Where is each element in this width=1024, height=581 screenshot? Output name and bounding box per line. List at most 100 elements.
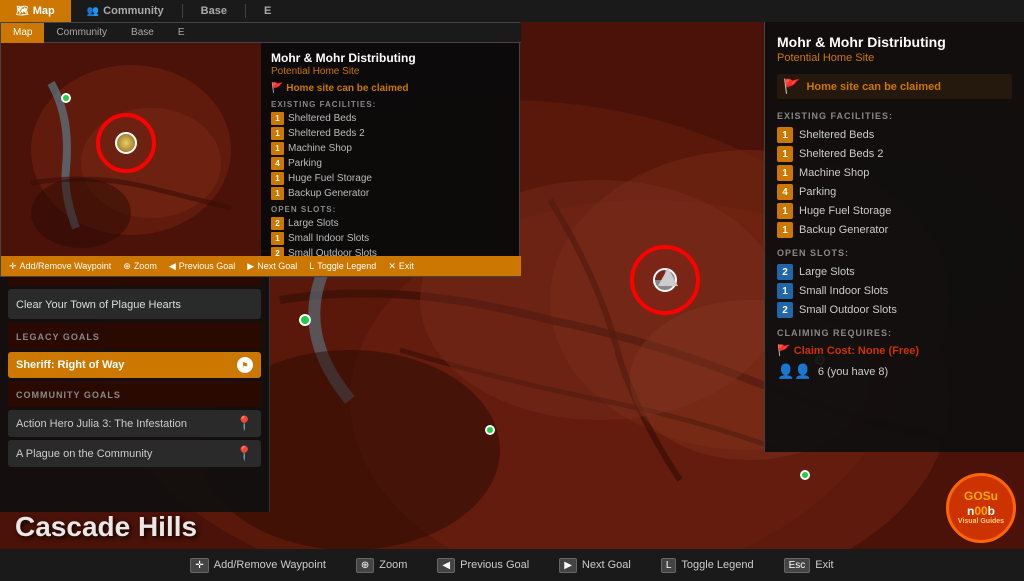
- popup-facility-name-4: Huge Fuel Storage: [288, 173, 372, 184]
- right-slot-name-0: Large Slots: [799, 266, 855, 278]
- right-facility-count-3: 4: [777, 184, 793, 200]
- popup-toolbar-next[interactable]: ▶ Next Goal: [247, 261, 297, 272]
- popup-count-5: 1: [271, 187, 284, 200]
- right-claiming-label: CLAIMING REQUIRES:: [777, 328, 1012, 338]
- right-claiming-req: 🚩 Claim Cost: None (Free): [777, 344, 1012, 357]
- map-marker-1[interactable]: [485, 425, 495, 435]
- bottom-toolbar: ✛ Add/Remove Waypoint ⊕ Zoom ◀ Previous …: [0, 549, 1024, 581]
- right-slot-1: 1 Small Indoor Slots: [777, 283, 1012, 299]
- prev-key: ◀: [437, 558, 455, 573]
- community-goals-section: COMMUNITY GOALS Action Hero Julia 3: The…: [8, 381, 261, 467]
- popup-claim-notice: 🚩 Home site can be claimed: [271, 83, 509, 94]
- flag-icon: 🚩: [783, 78, 800, 95]
- right-facility-count-5: 1: [777, 222, 793, 238]
- right-facility-0: 1 Sheltered Beds: [777, 127, 1012, 143]
- popup-nav-base[interactable]: Base: [119, 23, 166, 43]
- popup-count-0: 1: [271, 112, 284, 125]
- popup-toolbar-prev[interactable]: ◀ Previous Goal: [169, 261, 235, 272]
- gosu-logo: GOSu n00b Visual Guides: [946, 473, 1016, 543]
- popup-slot-1: 1 Small Indoor Slots: [271, 232, 509, 245]
- toolbar-next-goal[interactable]: ▶ Next Goal: [559, 558, 631, 573]
- community-goals-header: COMMUNITY GOALS: [8, 381, 261, 407]
- popup-nav-map[interactable]: Map: [1, 23, 44, 43]
- popup-location-ring: [96, 113, 156, 173]
- popup-nav-e[interactable]: E: [166, 23, 197, 43]
- right-panel: Mohr & Mohr Distributing Potential Home …: [764, 22, 1024, 452]
- legend-key: L: [661, 558, 677, 573]
- popup-facility-5: 1 Backup Generator: [271, 187, 509, 200]
- nav-tab-map[interactable]: 🗺 Map: [0, 0, 71, 22]
- community-goals-title: COMMUNITY GOALS: [16, 390, 253, 400]
- popup-toolbar-exit[interactable]: ✕ Exit: [388, 261, 414, 272]
- right-facility-3: 4 Parking: [777, 184, 1012, 200]
- community-goal-item-0[interactable]: Action Hero Julia 3: The Infestation 📍: [8, 410, 261, 437]
- zoom-label: Zoom: [379, 559, 407, 571]
- community-goal-pin-1: 📍: [236, 445, 253, 462]
- legacy-goal-marker: ⚑: [237, 357, 253, 373]
- toolbar-zoom[interactable]: ⊕ Zoom: [356, 558, 408, 573]
- popup-toolbar: ✛ Add/Remove Waypoint ⊕ Zoom ◀ Previous …: [1, 256, 521, 276]
- toolbar-prev-goal[interactable]: ◀ Previous Goal: [437, 558, 529, 573]
- zoom-key: ⊕: [356, 558, 374, 573]
- legacy-goal-item-0[interactable]: Sheriff: Right of Way ⚑: [8, 352, 261, 378]
- map-green-marker[interactable]: [299, 314, 311, 326]
- right-facility-1: 1 Sheltered Beds 2: [777, 146, 1012, 162]
- popup-facility-name-2: Machine Shop: [288, 143, 352, 154]
- popup-nav-community[interactable]: Community: [44, 23, 119, 43]
- right-slot-count-1: 1: [777, 283, 793, 299]
- nav-separator-2: [245, 4, 246, 18]
- toolbar-exit[interactable]: Esc Exit: [784, 558, 834, 573]
- exit-icon: ✕: [388, 261, 396, 272]
- primary-goal-box: Clear Your Town of Plague Hearts: [8, 289, 261, 319]
- right-facility-2: 1 Machine Shop: [777, 165, 1012, 181]
- popup-count-3: 4: [271, 157, 284, 170]
- community-nav-icon: 👥: [87, 6, 99, 17]
- right-existing-label: EXISTING FACILITIES:: [777, 111, 1012, 121]
- next-label: Next Goal: [582, 559, 631, 571]
- popup-overlay: Map Community Base E Mohr & Mohr Distrib…: [0, 22, 520, 277]
- popup-facility-name-5: Backup Generator: [288, 188, 369, 199]
- popup-toolbar-zoom[interactable]: ⊕ Zoom: [123, 261, 157, 272]
- nav-tab-e[interactable]: E: [248, 0, 287, 22]
- popup-slot-0: 2 Large Slots: [271, 217, 509, 230]
- popup-facility-0: 1 Sheltered Beds: [271, 112, 509, 125]
- right-facility-count-4: 1: [777, 203, 793, 219]
- popup-slot-count-0: 2: [271, 217, 284, 230]
- right-slot-name-1: Small Indoor Slots: [799, 285, 888, 297]
- right-facility-name-3: Parking: [799, 186, 836, 198]
- community-goal-text-1: A Plague on the Community: [16, 448, 152, 460]
- nav-tab-base[interactable]: Base: [185, 0, 243, 22]
- popup-toolbar-legend[interactable]: L Toggle Legend: [309, 261, 376, 271]
- popup-slot-count-1: 1: [271, 232, 284, 245]
- popup-open-slots-label: OPEN SLOTS:: [271, 205, 509, 214]
- popup-toolbar-waypoint[interactable]: ✛ Add/Remove Waypoint: [9, 261, 111, 272]
- legacy-goal-text-0: Sheriff: Right of Way: [16, 359, 124, 371]
- prev-icon: ◀: [169, 261, 176, 272]
- popup-facility-name-3: Parking: [288, 158, 322, 169]
- right-facility-name-0: Sheltered Beds: [799, 129, 874, 141]
- right-facility-count-1: 1: [777, 146, 793, 162]
- right-slot-2: 2 Small Outdoor Slots: [777, 302, 1012, 318]
- right-people-icon: 👤👤: [777, 363, 812, 380]
- legend-icon: L: [309, 261, 314, 271]
- map-marker-2[interactable]: [800, 470, 810, 480]
- popup-mini-map[interactable]: [1, 43, 261, 258]
- popup-title: Mohr & Mohr Distributing: [271, 51, 509, 65]
- toolbar-waypoint[interactable]: ✛ Add/Remove Waypoint: [190, 558, 325, 573]
- right-facility-5: 1 Backup Generator: [777, 222, 1012, 238]
- community-goal-text-0: Action Hero Julia 3: The Infestation: [16, 418, 187, 430]
- waypoint-key: ✛: [190, 558, 208, 573]
- right-panel-claim-notice: 🚩 Home site can be claimed: [777, 74, 1012, 99]
- popup-info: Mohr & Mohr Distributing Potential Home …: [261, 43, 519, 258]
- legacy-goals-header: LEGACY GOALS: [8, 323, 261, 349]
- right-facility-name-4: Huge Fuel Storage: [799, 205, 891, 217]
- prev-label: Previous Goal: [460, 559, 529, 571]
- top-navigation: 🗺 Map 👥 Community Base E: [0, 0, 1024, 22]
- community-goal-item-1[interactable]: A Plague on the Community 📍: [8, 440, 261, 467]
- right-slot-count-2: 2: [777, 302, 793, 318]
- toolbar-legend[interactable]: L Toggle Legend: [661, 558, 754, 573]
- popup-subtitle: Potential Home Site: [271, 66, 509, 77]
- right-facility-count-0: 1: [777, 127, 793, 143]
- exit-key: Esc: [784, 558, 811, 573]
- nav-tab-community[interactable]: 👥 Community: [71, 0, 180, 22]
